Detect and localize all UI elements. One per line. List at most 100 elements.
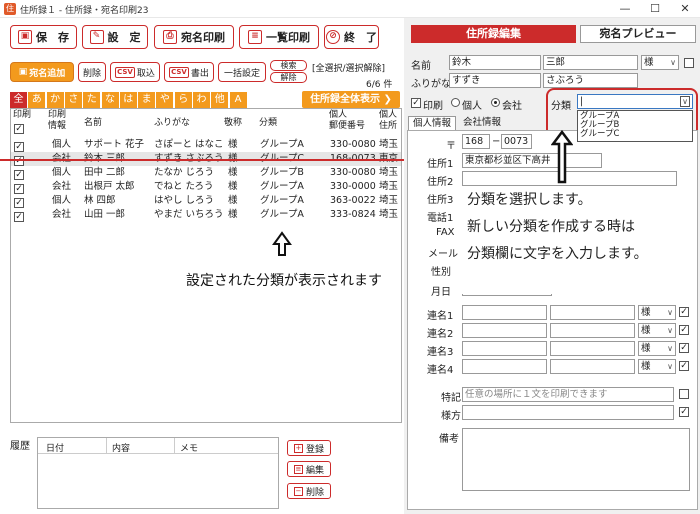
search-cancel-button[interactable]: 解除 <box>270 72 307 83</box>
kana-tab[interactable]: わ <box>193 92 211 108</box>
kana-tab[interactable]: A <box>229 92 248 108</box>
col-header-print[interactable]: 印刷 <box>13 110 31 121</box>
kana-tab[interactable]: た <box>83 92 102 108</box>
biko-textarea[interactable] <box>462 428 690 491</box>
row-print-checkbox[interactable]: ✓ <box>14 198 24 208</box>
col-header-address[interactable]: 個人 住所 <box>379 110 397 132</box>
renmei-checkbox[interactable]: ✓ <box>679 325 689 335</box>
chevron-down-icon[interactable]: ∨ <box>680 96 690 107</box>
kana-tab[interactable]: あ <box>28 92 47 108</box>
col-header-class[interactable]: 分類 <box>259 118 277 129</box>
print-list-button[interactable]: ≡ 一覧印刷 <box>239 25 319 49</box>
settings-button[interactable]: ✎ 設 定 <box>82 25 148 49</box>
class-combobox[interactable]: | ∨ <box>577 94 693 109</box>
table-row[interactable]: ✓ 個人 田中 二郎 たなか じろう 様 グループB 330-0080 埼玉 <box>11 166 401 180</box>
kana-tab[interactable]: ま <box>138 92 157 108</box>
furigana-first-field[interactable]: さぶろう <box>543 73 638 88</box>
history-delete-button[interactable]: − 削除 <box>287 483 331 499</box>
minimize-button[interactable]: — <box>610 0 640 18</box>
renmei-title-select[interactable]: 様 ∨ <box>638 323 676 338</box>
exit-button[interactable]: ⊘ 終 了 <box>324 25 379 49</box>
history-register-button[interactable]: + 登録 <box>287 440 331 456</box>
company-radio[interactable] <box>491 98 500 107</box>
samakata-field[interactable] <box>462 405 674 420</box>
search-button[interactable]: 検索 <box>270 60 307 71</box>
title-checkbox[interactable] <box>684 58 694 68</box>
bulk-set-button[interactable]: 一括設定 <box>218 62 266 82</box>
kana-tab[interactable]: は <box>119 92 138 108</box>
delete-button[interactable]: 削除 <box>78 62 106 82</box>
print-checkbox[interactable]: ✓ <box>411 98 421 108</box>
print-address-button[interactable]: ⎙ 宛名印刷 <box>154 25 234 49</box>
add-address-button[interactable]: ▣ 宛名追加 <box>10 62 74 82</box>
address-list: 印刷 ✓ 印刷 情報 名前 ふりがな 敬称 分類 個人 郵便番号 個人 住所 ✓… <box>10 108 402 423</box>
table-row[interactable]: ✓ 個人 サポート 花子 さぽーと はなこ様 グループA 330-0080 埼玉 <box>11 138 401 152</box>
renmei-checkbox[interactable]: ✓ <box>679 343 689 353</box>
help-line: 分類欄に文字を入力します。 <box>467 246 648 262</box>
kana-tab[interactable]: さ <box>64 92 83 108</box>
col-header-zip[interactable]: 個人 郵便番号 <box>329 110 365 132</box>
first-name-field[interactable]: 三郎 <box>543 55 638 70</box>
tokki-checkbox[interactable] <box>679 389 689 399</box>
renmei-last-field[interactable] <box>462 305 547 320</box>
furigana-last-field[interactable]: すずき <box>449 73 541 88</box>
show-all-button[interactable]: 住所録全体表示 ❯ <box>302 91 400 108</box>
kana-tab[interactable]: 他 <box>211 92 230 108</box>
kana-tab[interactable]: 全 <box>10 92 28 108</box>
table-row[interactable]: ✓ 会社 出根戸 太郎 でねと たろう 様 グループA 330-0000 埼玉 <box>11 180 401 194</box>
class-option[interactable]: グループC <box>580 130 690 139</box>
renmei-title-select[interactable]: 様 ∨ <box>638 341 676 356</box>
title-select[interactable]: 様 ∨ <box>641 55 679 70</box>
renmei-label: 連名2 <box>427 329 454 340</box>
csv-export-button[interactable]: CSV 書出 <box>164 62 214 82</box>
tab-address-preview[interactable]: 宛名プレビュー <box>580 25 696 43</box>
table-row[interactable]: ✓ 個人 林 四郎 はやし しろう 様 グループA 363-0022 埼玉 <box>11 194 401 208</box>
zip1-field[interactable]: 168 <box>462 134 490 149</box>
col-header-print-info[interactable]: 印刷 情報 <box>48 110 66 132</box>
renmei-checkbox[interactable]: ✓ <box>679 307 689 317</box>
maximize-button[interactable]: ☐ <box>640 0 670 18</box>
close-button[interactable]: ✕ <box>670 0 700 18</box>
kana-tab[interactable]: か <box>46 92 65 108</box>
history-edit-button[interactable]: ≡ 編集 <box>287 461 331 477</box>
col-header-name[interactable]: 名前 <box>84 118 102 129</box>
tab-address-edit[interactable]: 住所録編集 <box>411 25 576 43</box>
csv-import-button[interactable]: CSV 取込 <box>110 62 160 82</box>
renmei-title-select[interactable]: 様 ∨ <box>638 305 676 320</box>
renmei-first-field[interactable] <box>550 305 635 320</box>
address1-field[interactable]: 東京都杉並区下高井 <box>462 153 602 168</box>
row-print-checkbox[interactable]: ✓ <box>14 170 24 180</box>
renmei-last-field[interactable] <box>462 341 547 356</box>
last-name-field[interactable]: 鈴木 <box>449 55 541 70</box>
renmei-last-field[interactable] <box>462 323 547 338</box>
save-button[interactable]: ▣ 保 存 <box>10 25 77 49</box>
row-print-checkbox[interactable]: ✓ <box>14 156 24 166</box>
select-all-checkbox[interactable]: ✓ <box>14 124 24 134</box>
table-row[interactable]: ✓ 会社 山田 一郎 やまだ いちろう様 グループA 333-0824 埼玉 <box>11 208 401 222</box>
kana-tab[interactable]: ら <box>174 92 193 108</box>
col-header-furigana[interactable]: ふりがな <box>154 118 190 129</box>
renmei-checkbox[interactable]: ✓ <box>679 361 689 371</box>
renmei-last-field[interactable] <box>462 359 547 374</box>
samakata-checkbox[interactable]: ✓ <box>679 407 689 417</box>
row-print-checkbox[interactable]: ✓ <box>14 184 24 194</box>
tokki-label: 特記 <box>441 393 461 404</box>
kana-tab[interactable]: や <box>156 92 175 108</box>
renmei-first-field[interactable] <box>550 323 635 338</box>
kana-tab[interactable]: な <box>101 92 120 108</box>
arrow-up-icon <box>272 231 292 256</box>
row-address: 埼玉 <box>379 167 399 178</box>
row-print-checkbox[interactable]: ✓ <box>14 142 24 152</box>
col-header-title[interactable]: 敬称 <box>224 118 242 129</box>
renmei-first-field[interactable] <box>550 359 635 374</box>
personal-radio[interactable] <box>451 98 460 107</box>
renmei-first-field[interactable] <box>550 341 635 356</box>
row-print-checkbox[interactable]: ✓ <box>14 212 24 222</box>
select-all-link[interactable]: [全選択/選択解除] <box>312 61 385 74</box>
zip2-field[interactable]: 0073 <box>501 134 532 149</box>
tab-personal-info[interactable]: 個人情報 <box>408 116 456 130</box>
tab-company-info[interactable]: 会社情報 <box>458 116 506 130</box>
furigana-label: ふりがな <box>411 79 451 90</box>
tokki-field[interactable]: 任意の場所に１文を印刷できます <box>462 387 674 402</box>
renmei-title-select[interactable]: 様 ∨ <box>638 359 676 374</box>
